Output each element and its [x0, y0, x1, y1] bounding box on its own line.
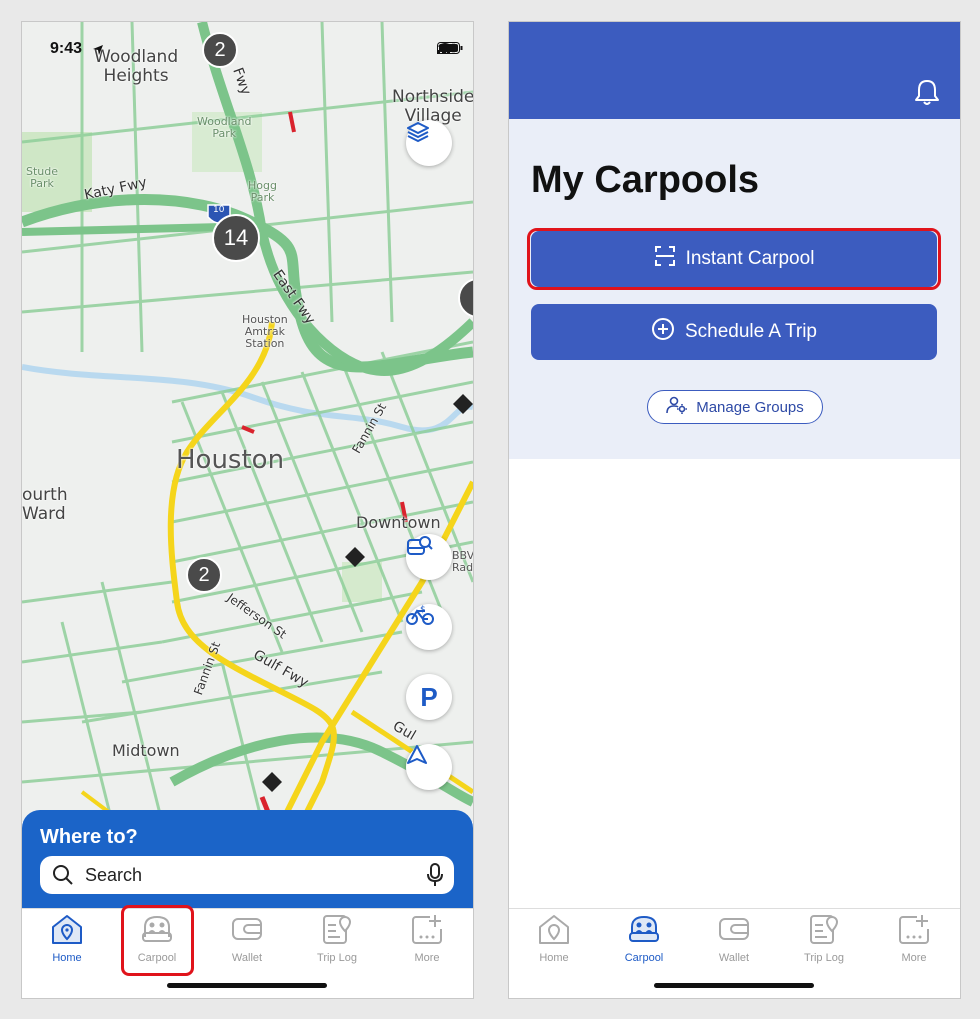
map-label-bbva: BBV Radi	[452, 549, 473, 575]
home-indicator	[167, 983, 327, 988]
carpool-icon	[627, 909, 661, 950]
map-layers-button[interactable]	[406, 120, 452, 166]
search-input[interactable]: Search	[85, 865, 142, 886]
tab-label: More	[414, 952, 440, 964]
trip-log-icon	[807, 909, 841, 950]
search-icon	[52, 864, 74, 891]
svg-text:$: $	[420, 605, 426, 615]
tab-label: Wallet	[718, 952, 750, 964]
tab-label: Carpool	[624, 952, 664, 964]
instant-carpool-highlight	[527, 228, 941, 290]
home-icon	[537, 909, 571, 950]
microphone-icon[interactable]	[426, 863, 444, 892]
bottom-tab-bar: Home Carpool Wallet Trip Log More	[22, 908, 473, 998]
schedule-trip-label: Schedule A Trip	[684, 321, 818, 342]
tab-carpool[interactable]: Carpool	[599, 909, 689, 969]
map-cluster-marker[interactable]: 2	[202, 32, 238, 68]
tab-label: More	[901, 952, 927, 964]
tab-label: Wallet	[231, 952, 263, 964]
search-bar[interactable]: Search	[40, 856, 454, 894]
tab-trip-log[interactable]: Trip Log	[779, 909, 869, 969]
map-label-woodland-heights: Woodland Heights	[94, 47, 179, 86]
map-label-hogg-park: Hogg Park	[248, 179, 277, 205]
more-icon	[410, 909, 444, 950]
tab-more[interactable]: More	[382, 909, 472, 969]
more-icon	[897, 909, 931, 950]
map-label-stude-park: Stude Park	[26, 165, 59, 191]
tab-more[interactable]: More	[869, 909, 959, 969]
parking-button[interactable]: P	[406, 674, 452, 720]
bottom-tab-bar: Home Carpool Wallet Trip Log More	[509, 908, 960, 998]
left-phone-screen: Woodland Heights Woodland Park Northside…	[21, 21, 474, 999]
tab-label: Trip Log	[804, 952, 844, 964]
status-time: 9:43	[50, 40, 83, 57]
map-view[interactable]: Woodland Heights Woodland Park Northside…	[22, 22, 473, 822]
tab-wallet[interactable]: Wallet	[202, 909, 292, 969]
map-cluster-marker[interactable]: 14	[212, 214, 260, 262]
wallet-icon	[717, 909, 751, 950]
tab-label: Home	[52, 952, 82, 964]
navigate-button[interactable]	[406, 744, 452, 790]
where-to-title: Where to?	[40, 826, 138, 848]
i10-shield-number: 10	[213, 205, 225, 215]
map-label-midtown: Midtown	[112, 741, 180, 760]
carpool-actions-section: My Carpools Instant Carpool Schedule A T…	[509, 119, 960, 459]
tab-trip-log[interactable]: Trip Log	[292, 909, 382, 969]
home-icon	[50, 909, 84, 950]
add-circle-icon	[651, 317, 675, 347]
manage-groups-label: Manage Groups	[696, 398, 804, 416]
right-phone-screen: My Carpools Instant Carpool Schedule A T…	[508, 21, 961, 999]
tab-wallet[interactable]: Wallet	[689, 909, 779, 969]
map-label-woodland-park: Woodland Park	[197, 115, 252, 141]
tab-label: Home	[539, 952, 569, 964]
find-transit-button[interactable]	[406, 534, 452, 580]
group-settings-icon	[666, 396, 688, 418]
tab-label: Trip Log	[317, 952, 357, 964]
map-label-houston: Houston	[176, 445, 285, 475]
home-indicator	[654, 983, 814, 988]
tab-home[interactable]: Home	[509, 909, 599, 969]
map-label-fourth-ward: ourth Ward	[22, 485, 68, 524]
manage-groups-button[interactable]: Manage Groups	[647, 390, 823, 424]
app-header	[509, 22, 960, 119]
map-label-downtown: Downtown	[356, 513, 441, 532]
map-label-amtrak-station: Houston Amtrak Station	[242, 313, 288, 351]
schedule-trip-button[interactable]: Schedule A Trip	[531, 304, 937, 360]
trip-log-icon	[320, 909, 354, 950]
map-cluster-marker[interactable]: 2	[186, 557, 222, 593]
notification-bell-icon[interactable]	[914, 78, 940, 111]
page-title: My Carpools	[531, 159, 760, 201]
where-to-panel: Where to? Search	[22, 810, 473, 910]
wallet-icon	[230, 909, 264, 950]
bike-share-button[interactable]: $	[406, 604, 452, 650]
carpool-tab-highlight	[121, 905, 194, 976]
tab-home[interactable]: Home	[22, 909, 112, 969]
